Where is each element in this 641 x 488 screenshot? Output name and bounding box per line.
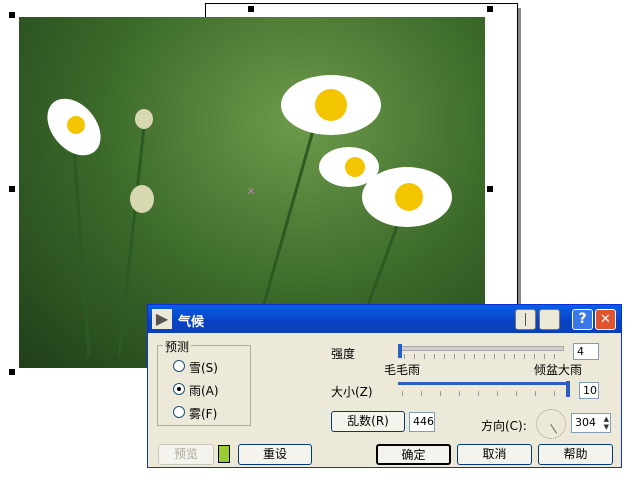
title-bar[interactable]: ▶ 气候 ? ✕ <box>148 305 621 333</box>
ok-button[interactable]: 确定 <box>376 444 451 465</box>
selection-handle[interactable] <box>9 186 15 192</box>
intensity-value[interactable]: 4 <box>573 343 599 360</box>
size-slider[interactable] <box>398 381 570 399</box>
intensity-min-label: 毛毛雨 <box>384 363 421 377</box>
single-view-icon[interactable] <box>539 309 560 330</box>
direction-spinner[interactable]: 304 ▲ ▼ <box>571 413 611 433</box>
selection-handle[interactable] <box>9 369 15 375</box>
dialog-title: 气候 <box>178 315 205 330</box>
preview-button[interactable]: 预览 <box>158 444 214 465</box>
forecast-group-label: 预测 <box>163 338 192 355</box>
lock-preview-icon[interactable] <box>218 445 230 463</box>
selection-handle[interactable] <box>248 6 254 12</box>
reset-button[interactable]: 重设 <box>238 444 312 465</box>
svg-text:×: × <box>247 186 255 197</box>
intensity-slider[interactable] <box>398 344 564 362</box>
play-icon[interactable]: ▶ <box>152 309 172 329</box>
split-view-icon[interactable] <box>515 309 536 330</box>
help-button[interactable]: 帮助 <box>538 444 613 465</box>
direction-label: 方向(C): <box>481 419 527 433</box>
help-icon[interactable]: ? <box>572 309 593 330</box>
cancel-button[interactable]: 取消 <box>457 444 532 465</box>
random-value[interactable]: 446 <box>409 412 435 432</box>
size-label: 大小(Z) <box>331 385 373 399</box>
weather-dialog: ▶ 气候 ? ✕ 预测 雪(S) 雨(A) 雾(F) 强度 4 毛毛雨 倾盆大雨… <box>147 304 622 468</box>
direction-dial[interactable] <box>536 409 566 439</box>
direction-value: 304 <box>575 416 596 429</box>
spinner-arrows-icon[interactable]: ▲ ▼ <box>604 415 609 431</box>
close-icon[interactable]: ✕ <box>595 309 616 330</box>
intensity-max-label: 倾盆大雨 <box>534 363 583 377</box>
size-value[interactable]: 10 <box>579 382 599 399</box>
selection-handle[interactable] <box>487 186 493 192</box>
random-button[interactable]: 乱数(R) <box>331 411 405 432</box>
selection-handle[interactable] <box>487 6 493 12</box>
selection-handle[interactable] <box>9 12 15 18</box>
intensity-label: 强度 <box>331 347 356 361</box>
